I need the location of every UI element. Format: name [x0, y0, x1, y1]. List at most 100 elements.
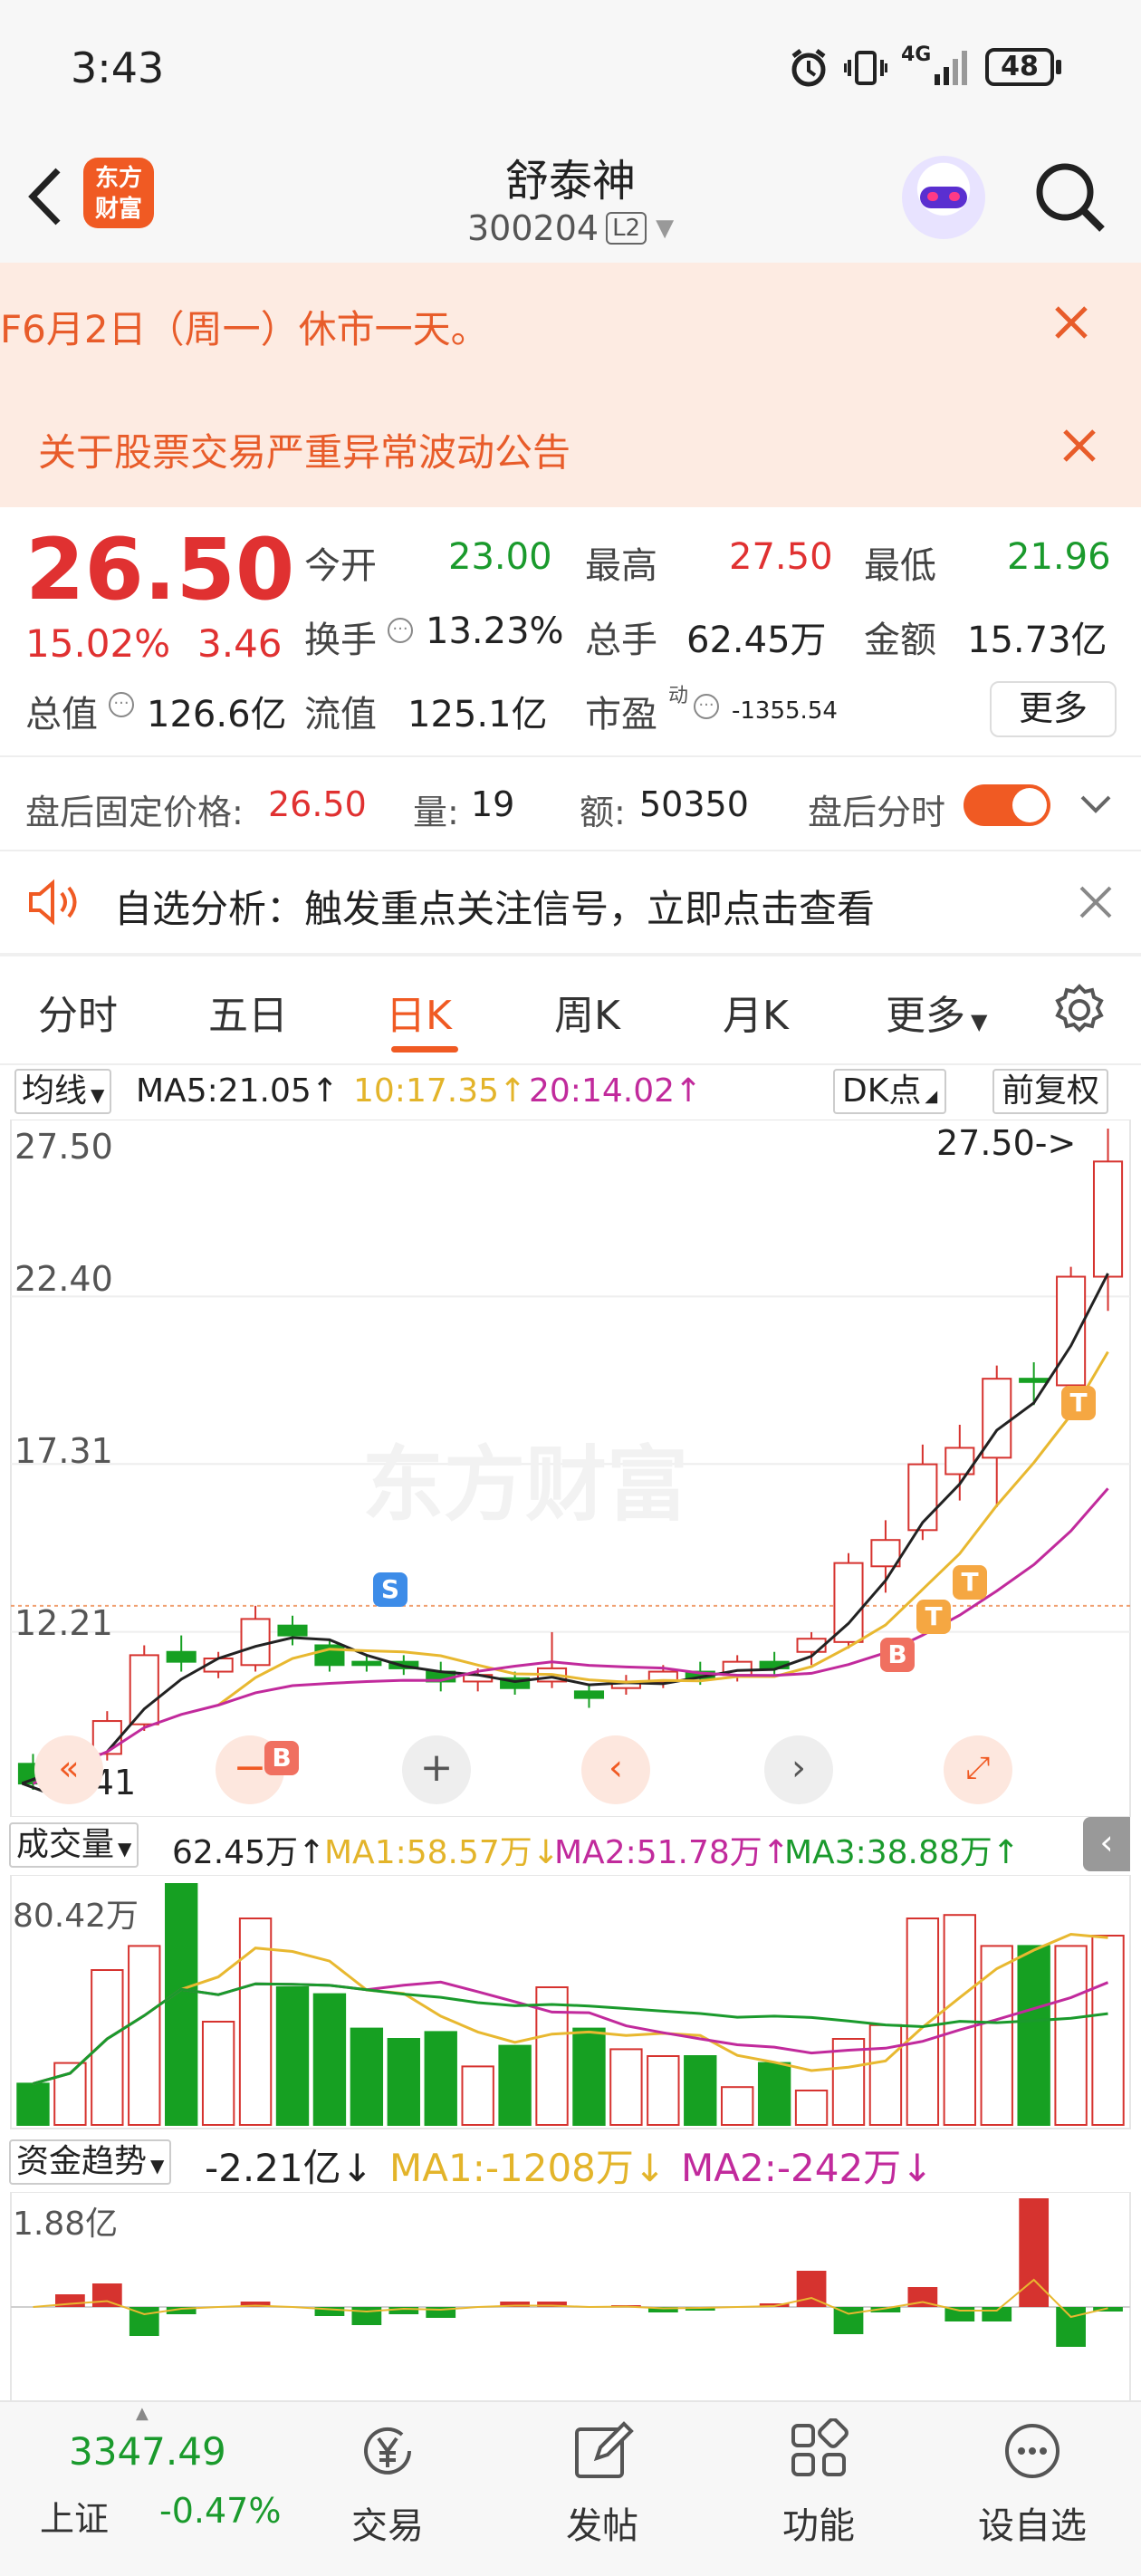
dk-point-selector[interactable]: DK点 ◢ [833, 1069, 947, 1114]
pe-label: 市盈 [585, 694, 657, 735]
volume-bar [1091, 1935, 1125, 2126]
status-bar: 3:43 4G 48 [0, 0, 1141, 136]
dk-label: DK点 [842, 1072, 922, 1110]
volume-bar [387, 2038, 420, 2126]
fund-bar [982, 2307, 1012, 2321]
volume-bar [906, 1918, 940, 2126]
candle-body [870, 1539, 901, 1568]
collapse-panel-button[interactable]: ‹ [1083, 1817, 1130, 1871]
notice-announcement[interactable]: 关于股票交易严重异常波动公告 [0, 386, 1141, 507]
high-value: 27.50 [729, 536, 833, 578]
nav-trade[interactable]: 交易 [315, 2402, 460, 2549]
chevron-left-icon[interactable]: ‹ [581, 1735, 650, 1804]
adjust-selector[interactable]: 前复权 [992, 1069, 1109, 1114]
signal-icon [935, 51, 967, 85]
y-label-high: 27.50 [14, 1127, 113, 1167]
bottom-nav: ▲ 3347.49 上证 -0.47% 交易 发帖 功能 设自选 [0, 2400, 1141, 2576]
fund-bar [351, 2307, 382, 2325]
t-signal-badge[interactable]: T [1061, 1386, 1096, 1420]
volume-legend: 成交量 ▼ 62.45万↑ MA1:58.57万↓ MA2:51.78万↑ MA3… [0, 1817, 1141, 1875]
tab-five-day[interactable]: 五日 [208, 983, 288, 1041]
close-icon[interactable] [1078, 884, 1114, 920]
t-signal-badge[interactable]: T [916, 1600, 951, 1634]
robot-avatar[interactable] [902, 156, 985, 239]
fund-bar [91, 2283, 122, 2307]
fund-indicator-selector[interactable]: 资金趋势 ▼ [9, 2139, 172, 2185]
volume-ma1: MA1:58.57万↓ [324, 1834, 560, 1871]
change-pct: 15.02% [25, 621, 171, 666]
sell-signal-badge[interactable]: S [373, 1572, 408, 1607]
kline-chart-area[interactable]: 东方财富 27.50 22.40 17.31 12.21 27.50-> <-7… [0, 1120, 1141, 1817]
alarm-icon [791, 49, 826, 87]
close-icon[interactable] [1053, 304, 1089, 341]
settings-gear-icon[interactable] [1052, 983, 1107, 1037]
fund-legend: 资金趋势 ▼ -2.21亿↓ MA1:-1208万↓ MA2:-242万↓ [0, 2134, 1141, 2192]
after-vol: 19 [471, 784, 515, 824]
fund-frame [10, 2192, 1131, 2400]
after-amt-label: 额: [580, 793, 626, 832]
nav-add-watchlist[interactable]: 设自选 [960, 2402, 1105, 2549]
index-value[interactable]: 3347.49 [69, 2429, 226, 2474]
ma10-value: 10:17.35↑ [353, 1072, 527, 1110]
buy-signal-badge[interactable]: B [264, 1741, 299, 1775]
battery-icon: 48 [985, 48, 1054, 86]
analysis-banner[interactable]: 自选分析：触发重点关注信号，立即点击查看 [0, 851, 1141, 953]
y-label: 12.21 [14, 1603, 113, 1643]
float-label: 流值 [304, 694, 377, 735]
index-name[interactable]: 上证 [40, 2491, 109, 2541]
kline-legend: 均线 ▼ MA5:21.05↑ 10:17.35↑ 20:14.02↑ DK点 ◢ … [0, 1065, 1141, 1120]
stock-code-row[interactable]: 300204 L2 ▼ [467, 208, 739, 248]
volume-label: 总手 [585, 620, 657, 661]
index-change[interactable]: -0.47% [159, 2491, 281, 2531]
candle-body [166, 1650, 197, 1663]
chevron-right-icon[interactable]: › [764, 1735, 833, 1804]
tab-intraday[interactable]: 分时 [38, 983, 118, 1041]
tab-more[interactable]: 更多 ▼ [886, 983, 987, 1041]
tab-monthly-k[interactable]: 月K [723, 983, 789, 1041]
tab-daily-k[interactable]: 日K [386, 983, 452, 1041]
info-icon[interactable]: ··· [109, 692, 134, 717]
zoom-in-button[interactable]: + [402, 1735, 471, 1804]
candle-body [833, 1562, 864, 1643]
volume-bar [868, 2023, 903, 2126]
notice-holiday[interactable]: F6月2日（周一）休市一天。 [0, 263, 1141, 386]
status-time: 3:43 [71, 43, 165, 92]
volume-bar [721, 2086, 754, 2126]
close-icon[interactable] [1061, 428, 1098, 464]
volume-indicator-selector[interactable]: 成交量 ▼ [9, 1822, 139, 1868]
fund-bar [833, 2307, 864, 2334]
nav-functions[interactable]: 功能 [746, 2402, 891, 2549]
active-tab-indicator [391, 1046, 458, 1053]
fast-back-button[interactable]: « [34, 1735, 103, 1804]
chevron-down-icon[interactable] [1079, 793, 1112, 815]
after-vol-label: 量: [413, 793, 459, 832]
fullscreen-icon[interactable]: ⤢ [944, 1735, 1012, 1804]
level-badge: L2 [606, 212, 647, 245]
fund-chart-area: 1.88亿 [0, 2192, 1141, 2400]
after-hours-toggle[interactable] [964, 784, 1050, 826]
volume-value: 62.45万↑ [172, 1834, 326, 1871]
tab-weekly-k[interactable]: 周K [554, 983, 620, 1041]
candle-body [129, 1654, 159, 1725]
volume-bar [128, 1945, 161, 2127]
app-root: { "status_bar":{"time":"3:43","battery":… [0, 0, 1141, 2576]
info-icon[interactable]: ··· [694, 694, 719, 719]
pe-value: -1355.54 [732, 697, 838, 725]
analysis-text: 自选分析：触发重点关注信号，立即点击查看 [114, 887, 876, 931]
nav-add-watchlist-label: 设自选 [978, 2505, 1087, 2547]
fund-ma2: MA2:-242万↓ [681, 2146, 934, 2190]
battery-tip [1056, 60, 1061, 74]
t-signal-badge[interactable]: T [953, 1565, 987, 1600]
info-icon[interactable]: ··· [388, 618, 413, 643]
turnover-label: 换手 [304, 620, 377, 661]
more-circle-icon [1005, 2424, 1060, 2478]
ma-selector[interactable]: 均线 ▼ [14, 1069, 112, 1114]
more-button[interactable]: 更多 [990, 681, 1117, 737]
search-icon[interactable] [1032, 159, 1108, 235]
candle-body [796, 1638, 827, 1653]
caret-down-icon: ▼ [971, 1009, 988, 1034]
buy-signal-badge[interactable]: B [880, 1638, 915, 1672]
edit-icon [575, 2421, 634, 2478]
caret-up-icon: ▲ [136, 2404, 149, 2423]
nav-post[interactable]: 发帖 [530, 2402, 675, 2549]
